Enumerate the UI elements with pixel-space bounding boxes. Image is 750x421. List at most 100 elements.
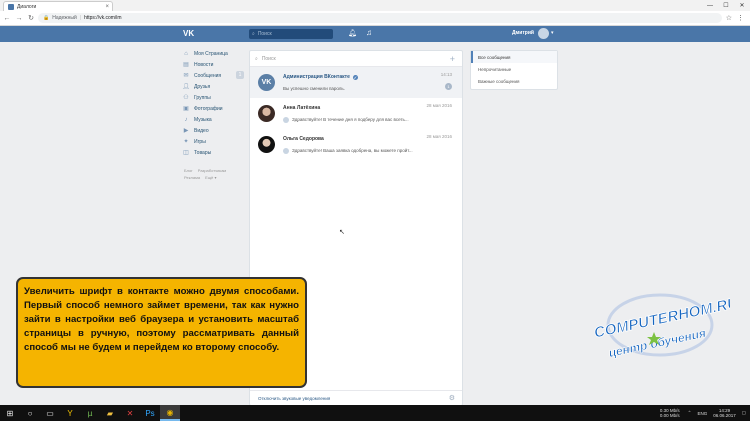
search-icon: ⌕ bbox=[252, 31, 255, 37]
sidebar-item-video[interactable]: ▶ Видео bbox=[182, 125, 244, 136]
sidebar-item-label: Музыка bbox=[194, 116, 212, 123]
left-menu: ⌂ Моя Страница ▤ Новости ✉ Сообщения 1 👤… bbox=[182, 48, 244, 158]
sidebar-item-label: Фотографии bbox=[194, 105, 223, 112]
browser-toolbar: ← → ↻ 🔒 Надежный | https://vk.com/im ☆ ⋮ bbox=[0, 11, 750, 26]
home-icon: ⌂ bbox=[184, 50, 188, 57]
footer-link-developers[interactable]: Разработчикам bbox=[198, 168, 226, 173]
chevron-down-icon[interactable]: ▾ bbox=[551, 30, 554, 36]
sidebar-item-news[interactable]: ▤ Новости bbox=[182, 59, 244, 70]
clock[interactable]: 14:29 06.06.2017 bbox=[713, 408, 736, 418]
explorer-folder-icon[interactable]: ▰ bbox=[100, 405, 120, 421]
window-controls: — ☐ ✕ bbox=[702, 0, 750, 11]
filter-all-messages[interactable]: Все сообщения bbox=[471, 51, 557, 63]
browser-menu-icon[interactable]: ⋮ bbox=[737, 14, 744, 22]
sender-mini-avatar bbox=[283, 116, 289, 123]
tab-close-icon[interactable]: × bbox=[105, 4, 109, 10]
dialog-row[interactable]: Ольга Седорова Здравствуйте! Ваша заявка… bbox=[250, 129, 462, 160]
filter-important[interactable]: Важные сообщения bbox=[471, 75, 557, 87]
search-icon[interactable]: ○ bbox=[20, 405, 40, 421]
tutorial-overlay: Увеличить шрифт в контакте можно двумя с… bbox=[16, 277, 307, 388]
groups-icon: ⚇ bbox=[183, 95, 189, 101]
address-bar[interactable]: 🔒 Надежный | https://vk.com/im bbox=[38, 13, 722, 23]
notifications-icon[interactable]: ▢ bbox=[742, 410, 746, 416]
sidebar-item-messages[interactable]: ✉ Сообщения 1 bbox=[182, 70, 244, 81]
windows-start-icon[interactable]: ⊞ bbox=[0, 405, 20, 421]
dialog-body: Администрация ВКонтакте ✓ Вы успешно сме… bbox=[283, 74, 462, 91]
browser-titlebar: Диалоги × — ☐ ✕ bbox=[0, 0, 750, 11]
vk-header: VK ⌕ Поиск 🔔︎ ♫ Дмитрий ▾ bbox=[0, 26, 750, 42]
footer-link-blog[interactable]: Блог bbox=[184, 168, 193, 173]
chrome-icon[interactable]: ◉ bbox=[160, 405, 180, 421]
dialogs-search-input[interactable]: ⌕ Поиск + bbox=[250, 51, 462, 67]
dialog-preview: Здравствуйте! В течение дня я подберу дл… bbox=[283, 116, 462, 123]
dialog-avatar bbox=[258, 136, 275, 153]
music-icon[interactable]: ♫ bbox=[366, 28, 372, 37]
utorrent-icon[interactable]: µ bbox=[80, 405, 100, 421]
goods-icon: ◫ bbox=[183, 150, 189, 156]
header-search-input[interactable]: ⌕ Поиск bbox=[249, 29, 333, 39]
music-icon: ♪ bbox=[184, 116, 188, 123]
disable-sound-link[interactable]: Отключить звуковые уведомления bbox=[258, 396, 330, 401]
sidebar-item-music[interactable]: ♪ Музыка bbox=[182, 114, 244, 125]
language-indicator[interactable]: ENG bbox=[697, 411, 707, 416]
gear-icon[interactable]: ⚙ bbox=[449, 394, 455, 402]
bookmark-star-icon[interactable]: ☆ bbox=[726, 14, 732, 22]
camtasia-icon[interactable]: ✕ bbox=[120, 405, 140, 421]
windows-taskbar: ⊞ ○ ▭ Y µ ▰ ✕ Ps ◉ 0.30 Mb/s 0.00 Mb/s ⌃… bbox=[0, 405, 750, 421]
sidebar-item-label: Сообщения bbox=[194, 72, 222, 79]
footer-link-ads[interactable]: Реклама bbox=[184, 175, 200, 180]
dialog-row[interactable]: Анна Латёхина Здравствуйте! В течение дн… bbox=[250, 98, 462, 129]
sidebar-item-my-page[interactable]: ⌂ Моя Страница bbox=[182, 48, 244, 59]
tray-chevron-icon[interactable]: ⌃ bbox=[688, 410, 692, 416]
sidebar-item-groups[interactable]: ⚇ Группы bbox=[182, 92, 244, 103]
dialog-avatar bbox=[258, 105, 275, 122]
video-icon: ▶ bbox=[183, 128, 189, 134]
bell-icon[interactable]: 🔔︎ bbox=[348, 29, 357, 37]
sidebar-item-label: Игры bbox=[194, 138, 206, 145]
new-dialog-plus-icon[interactable]: + bbox=[450, 54, 455, 64]
reload-icon[interactable]: ↻ bbox=[26, 14, 36, 22]
user-name[interactable]: Дмитрий bbox=[512, 30, 534, 36]
photoshop-icon[interactable]: Ps bbox=[140, 405, 160, 421]
address-separator: | bbox=[79, 15, 82, 21]
filter-unread[interactable]: Непрочитанные bbox=[471, 63, 557, 75]
sidebar-item-goods[interactable]: ◫ Товары bbox=[182, 147, 244, 158]
verified-check-icon: ✓ bbox=[352, 74, 358, 80]
dialog-row[interactable]: VK Администрация ВКонтакте ✓ Вы успешно … bbox=[250, 67, 462, 98]
mouse-cursor-icon: ↖ bbox=[339, 229, 345, 236]
sidebar-item-photos[interactable]: ▣ Фотографии bbox=[182, 103, 244, 114]
close-window-button[interactable]: ✕ bbox=[734, 0, 750, 11]
dialog-preview-text: Здравствуйте! В течение дня я подберу дл… bbox=[292, 117, 409, 122]
maximize-button[interactable]: ☐ bbox=[718, 0, 734, 11]
sidebar-item-label: Друзья bbox=[194, 83, 211, 90]
friends-icon: 👤︎ bbox=[182, 84, 190, 90]
dialog-name-text: Администрация ВКонтакте bbox=[283, 74, 350, 80]
forward-icon[interactable]: → bbox=[14, 15, 24, 22]
photos-icon: ▣ bbox=[183, 106, 189, 112]
browser-tab[interactable]: Диалоги × bbox=[3, 1, 113, 11]
left-menu-footer: Блог Разработчикам Реклама Ещё ▾ bbox=[184, 167, 246, 181]
news-icon: ▤ bbox=[183, 62, 189, 68]
messages-badge: 1 bbox=[236, 71, 244, 79]
sidebar-item-label: Товары bbox=[194, 149, 212, 156]
dialog-time: 14:13 bbox=[440, 72, 452, 77]
download-speed: 0.00 Mb/s bbox=[659, 413, 680, 418]
tab-title: Диалоги bbox=[17, 3, 37, 10]
sidebar-item-friends[interactable]: 👤︎ Друзья bbox=[182, 81, 244, 92]
vk-logo[interactable]: VK bbox=[183, 29, 197, 39]
dialog-time: 28 мая 2016 bbox=[426, 134, 452, 139]
header-search-placeholder: Поиск bbox=[257, 31, 272, 37]
yandex-browser-icon[interactable]: Y bbox=[60, 405, 80, 421]
sidebar-item-games[interactable]: ✦ Игры bbox=[182, 136, 244, 147]
user-avatar[interactable] bbox=[538, 28, 549, 39]
messages-icon: ✉ bbox=[183, 73, 189, 79]
dialog-time: 28 мая 2016 bbox=[426, 103, 452, 108]
dialog-preview: Здравствуйте! Ваша заявка одобрена, вы м… bbox=[283, 147, 462, 154]
sidebar-item-label: Новости bbox=[194, 61, 214, 68]
search-icon: ⌕ bbox=[255, 55, 258, 62]
footer-link-more[interactable]: Ещё ▾ bbox=[205, 175, 216, 180]
sender-mini-avatar bbox=[283, 147, 289, 154]
minimize-button[interactable]: — bbox=[702, 0, 718, 11]
back-icon[interactable]: ← bbox=[2, 15, 12, 22]
task-view-icon[interactable]: ▭ bbox=[40, 405, 60, 421]
